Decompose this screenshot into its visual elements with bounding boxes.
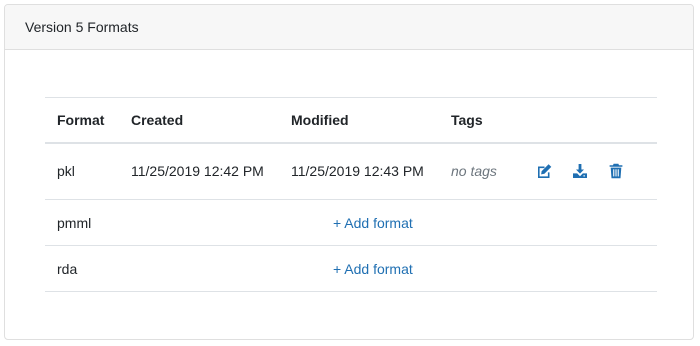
formats-card: Version 5 Formats Format Created Modifie…	[4, 4, 694, 340]
formats-table: Format Created Modified Tags pkl 11/25/2…	[45, 97, 657, 292]
card-header: Version 5 Formats	[5, 5, 693, 50]
modified-cell: 11/25/2019 12:43 PM	[291, 163, 424, 180]
column-header-modified: Modified	[291, 111, 349, 128]
format-cell: rda	[57, 260, 78, 277]
column-header-tags: Tags	[451, 111, 483, 128]
column-header-actions	[524, 98, 657, 143]
add-format-link[interactable]: + Add format	[333, 215, 413, 231]
formats-table-wrapper: Format Created Modified Tags pkl 11/25/2…	[45, 97, 657, 292]
add-format-cell: + Add format	[119, 246, 657, 292]
trash-icon	[609, 164, 623, 179]
add-format-cell: + Add format	[119, 200, 657, 246]
download-icon	[573, 164, 588, 179]
edit-button[interactable]	[536, 159, 572, 183]
format-cell: pkl	[57, 163, 75, 180]
format-cell: pmml	[57, 214, 92, 231]
edit-icon	[538, 164, 552, 179]
table-row: pkl 11/25/2019 12:42 PM 11/25/2019 12:43…	[45, 143, 657, 200]
download-button[interactable]	[572, 159, 608, 183]
tags-cell: no tags	[451, 163, 497, 180]
delete-button[interactable]	[609, 159, 645, 183]
table-row: rda + Add format	[45, 246, 657, 292]
column-header-format: Format	[57, 111, 105, 128]
table-header: Format Created Modified Tags	[45, 97, 657, 143]
add-format-link[interactable]: + Add format	[333, 261, 413, 277]
created-cell: 11/25/2019 12:42 PM	[131, 163, 264, 180]
table-row: pmml + Add format	[45, 200, 657, 246]
column-header-created: Created	[131, 111, 184, 128]
actions-cell	[524, 143, 657, 200]
card-title: Version 5 Formats	[25, 19, 139, 35]
